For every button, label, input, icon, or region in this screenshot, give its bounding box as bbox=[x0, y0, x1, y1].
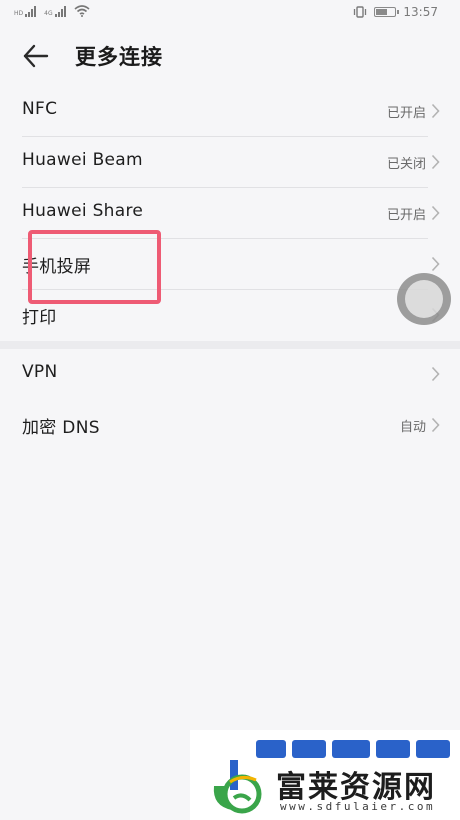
huawei-share-label: Huawei Share bbox=[22, 201, 144, 221]
status-bar-right: 13:57 bbox=[353, 5, 438, 19]
wifi-icon bbox=[74, 5, 90, 17]
chevron-right-icon bbox=[431, 103, 440, 119]
watermark-url: www.sdfulaier.com bbox=[280, 800, 436, 813]
chevron-right-icon bbox=[431, 154, 440, 170]
page-title: 更多连接 bbox=[75, 45, 163, 69]
watermark-banner bbox=[256, 740, 456, 758]
nfc-label: NFC bbox=[22, 99, 58, 119]
arrow-left-icon bbox=[23, 44, 49, 68]
encrypted-dns-value: 自动 bbox=[399, 420, 426, 435]
sim2-label: 4G bbox=[44, 10, 53, 17]
vpn-item[interactable]: VPN bbox=[0, 349, 460, 400]
watermark-logo-icon bbox=[213, 760, 262, 814]
battery-icon bbox=[374, 7, 400, 17]
nfc-item[interactable]: NFC 已开启 bbox=[0, 86, 460, 137]
huawei-share-value: 已开启 bbox=[386, 208, 426, 223]
chevron-right-icon bbox=[431, 205, 440, 221]
sim1-label: HD bbox=[14, 10, 24, 17]
vpn-label: VPN bbox=[22, 362, 58, 382]
chevron-right-icon bbox=[431, 256, 440, 272]
status-bar: HD 4G 13:57 bbox=[0, 0, 460, 26]
nfc-value: 已开启 bbox=[386, 106, 426, 121]
chevron-right-icon bbox=[431, 366, 440, 382]
huawei-beam-value: 已关闭 bbox=[386, 157, 426, 172]
vibrate-icon bbox=[354, 6, 367, 18]
huawei-beam-item[interactable]: Huawei Beam 已关闭 bbox=[0, 137, 460, 188]
highlight-box bbox=[28, 230, 161, 304]
chevron-right-icon bbox=[431, 417, 440, 433]
sim1-signal-icon: HD bbox=[14, 6, 37, 17]
encrypted-dns-label: 加密 DNS bbox=[22, 418, 100, 438]
floating-navigation-button[interactable] bbox=[397, 273, 451, 325]
print-label: 打印 bbox=[22, 308, 57, 328]
watermark: 富莱资源网 www.sdfulaier.com bbox=[190, 730, 460, 820]
back-button[interactable] bbox=[22, 43, 50, 69]
encrypted-dns-item[interactable]: 加密 DNS 自动 bbox=[0, 400, 460, 451]
clock: 13:57 bbox=[403, 5, 438, 19]
settings-section-2: VPN 加密 DNS 自动 bbox=[0, 349, 460, 451]
app-header: 更多连接 bbox=[0, 36, 460, 76]
status-bar-left: HD 4G bbox=[14, 5, 90, 17]
floating-button-dot bbox=[405, 280, 443, 318]
section-separator bbox=[0, 341, 460, 349]
sim2-signal-icon: 4G bbox=[44, 6, 66, 17]
huawei-beam-label: Huawei Beam bbox=[22, 150, 143, 170]
